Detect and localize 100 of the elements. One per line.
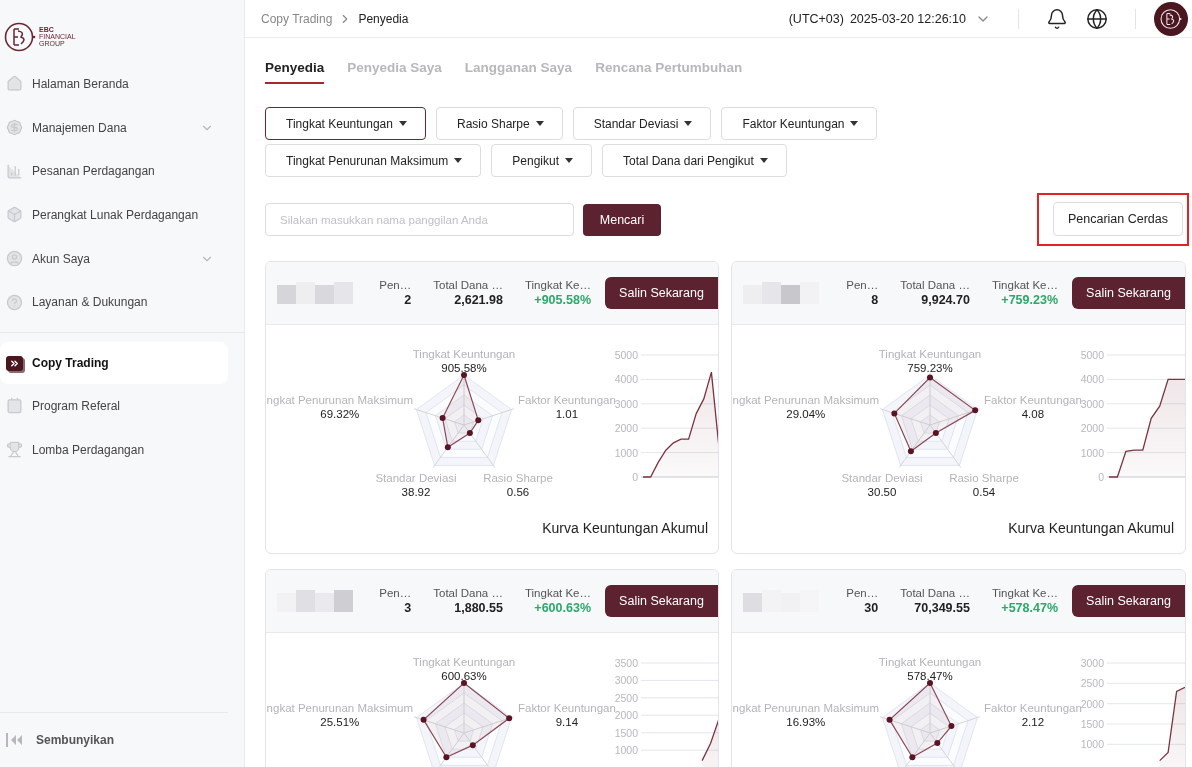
stat-label: Tingkat Ke… [991, 587, 1058, 599]
stat-value: 30 [864, 601, 879, 615]
copy-now-button[interactable]: Salin Sekarang [1072, 277, 1185, 309]
nav-item[interactable]: Layanan & Dukungan [0, 280, 228, 325]
profit-curve [701, 718, 718, 762]
data-point [461, 372, 467, 378]
tick-label: 5000 [614, 349, 638, 361]
axis-label: Tingkat Keuntungan [878, 347, 982, 361]
sort-filter-button[interactable]: Tingkat Keuntungan [265, 107, 426, 140]
nav-item[interactable]: Manajemen Dana [0, 105, 228, 150]
tick-label: 3000 [614, 397, 638, 410]
axis-label: Faktor Keuntungan [518, 393, 616, 406]
sort-filter-button[interactable]: Rasio Sharpe [435, 107, 563, 140]
home-icon [6, 75, 23, 93]
tick-label: 1000 [1080, 738, 1104, 751]
tick-label: 1500 [1080, 718, 1104, 730]
stat-label: Pen… [379, 279, 412, 291]
stat-value: 1,880.55 [454, 601, 503, 615]
tick-label: 1000 [614, 744, 638, 757]
copy-now-button[interactable]: Salin Sekarang [605, 585, 718, 617]
sort-filter-button[interactable]: Standar Deviasi [572, 107, 712, 140]
data-point [461, 680, 467, 686]
axis-label: ngkat Penurunan Maksimum [732, 701, 879, 715]
smart-search-button[interactable]: Pencarian Cerdas [1053, 202, 1183, 236]
stat-value: +759.23% [1001, 293, 1058, 307]
tick-label: 3000 [1080, 397, 1104, 410]
logo-icon [1160, 7, 1182, 30]
copy-now-button[interactable]: Salin Sekarang [605, 277, 718, 309]
bar-chart-icon [6, 162, 23, 180]
breadcrumb-item[interactable]: Copy Trading [261, 11, 333, 26]
sort-filter-button[interactable]: Pengikut [491, 144, 592, 177]
tick-label: 0 [1098, 471, 1104, 483]
axis-value: 4.08 [1021, 407, 1045, 421]
data-point [927, 374, 933, 381]
axis-label: Standar Deviasi [375, 471, 457, 485]
data-point [927, 680, 933, 686]
tick-label: 2000 [614, 709, 638, 722]
globe-icon[interactable] [1086, 7, 1108, 30]
help-icon [6, 293, 23, 311]
nav-item[interactable]: Copy Trading [0, 342, 228, 385]
axis-label: ngkat Penurunan Maksimum [266, 393, 413, 407]
bell-icon[interactable] [1046, 7, 1068, 30]
nav-item[interactable]: Pesanan Perdagangan [0, 149, 228, 194]
axis-value: 759.23% [907, 361, 953, 375]
stat-label: Pen… [846, 279, 879, 291]
nav-item[interactable]: Program Referal [0, 384, 228, 428]
data-point [886, 716, 893, 723]
axis-value: 1.01 [555, 407, 579, 421]
data-point [420, 716, 427, 723]
user-avatar[interactable] [1154, 1, 1188, 36]
tick-label: 2000 [1080, 697, 1104, 710]
search-field[interactable]: Silakan masukkan nama panggilan Anda [265, 203, 574, 236]
data-point [934, 740, 941, 747]
nav-item[interactable]: Lomba Perdagangan [0, 427, 228, 472]
collapse-label[interactable]: Sembunyikan [36, 733, 115, 747]
sort-filter-button[interactable]: Total Dana dari Pengikut [602, 144, 787, 177]
data-point [907, 448, 914, 455]
axis-label: Faktor Keuntungan [984, 393, 1082, 406]
data-point [948, 723, 955, 730]
stat-label: Tingkat Ke… [524, 279, 591, 291]
axis-value: 905.58% [441, 361, 487, 375]
axis-label: Tingkat Keuntungan [412, 347, 516, 361]
stat-value: +905.58% [534, 293, 591, 307]
data-point [443, 754, 450, 761]
caret-icon [684, 121, 693, 126]
breadcrumb-item: Penyedia [358, 11, 409, 26]
tick-label: 1000 [614, 446, 638, 459]
axis-value: 16.93% [786, 715, 826, 729]
axis-label: Faktor Keuntungan [984, 702, 1082, 715]
tick-label: 5000 [1080, 349, 1104, 361]
axis-value: 69.32% [320, 407, 360, 421]
stat-label: Total Dana … [900, 279, 970, 291]
axis-value: 578.47% [907, 669, 953, 683]
tab[interactable]: Penyedia [265, 60, 325, 84]
stat-value: 8 [871, 293, 879, 307]
axis-label: Tingkat Keuntungan [878, 655, 982, 669]
data-point [909, 754, 916, 761]
nav-item[interactable]: Perangkat Lunak Perdagangan [0, 193, 228, 237]
stat-label: Total Dana … [900, 587, 970, 599]
sort-filter-button[interactable]: Faktor Keuntungan [721, 107, 878, 140]
stat-value: 2 [404, 293, 412, 307]
axis-value: 0.56 [506, 485, 530, 499]
copy-now-button[interactable]: Salin Sekarang [1072, 585, 1185, 617]
box-icon [6, 206, 23, 224]
sort-filter-button[interactable]: Tingkat Penurunan Maksimum [265, 144, 482, 177]
stat-label: Pen… [379, 587, 412, 599]
nav-item[interactable]: Halaman Beranda [0, 62, 228, 106]
logo-icon [4, 20, 36, 53]
caret-icon [565, 158, 573, 163]
tick-label: 0 [632, 471, 638, 483]
axis-label: Standar Deviasi [841, 471, 923, 485]
search-button[interactable]: Mencari [583, 203, 661, 236]
axis-value: 29.04% [786, 407, 826, 421]
data-point [932, 430, 939, 437]
nav-item[interactable]: Akun Saya [0, 236, 228, 281]
tick-label: 3000 [1080, 657, 1104, 669]
timezone[interactable]: (UTC+03) [788, 11, 844, 26]
copy-trading-icon [6, 355, 23, 371]
axis-value: 38.92 [401, 485, 431, 499]
tick-label: 4000 [1080, 373, 1104, 386]
